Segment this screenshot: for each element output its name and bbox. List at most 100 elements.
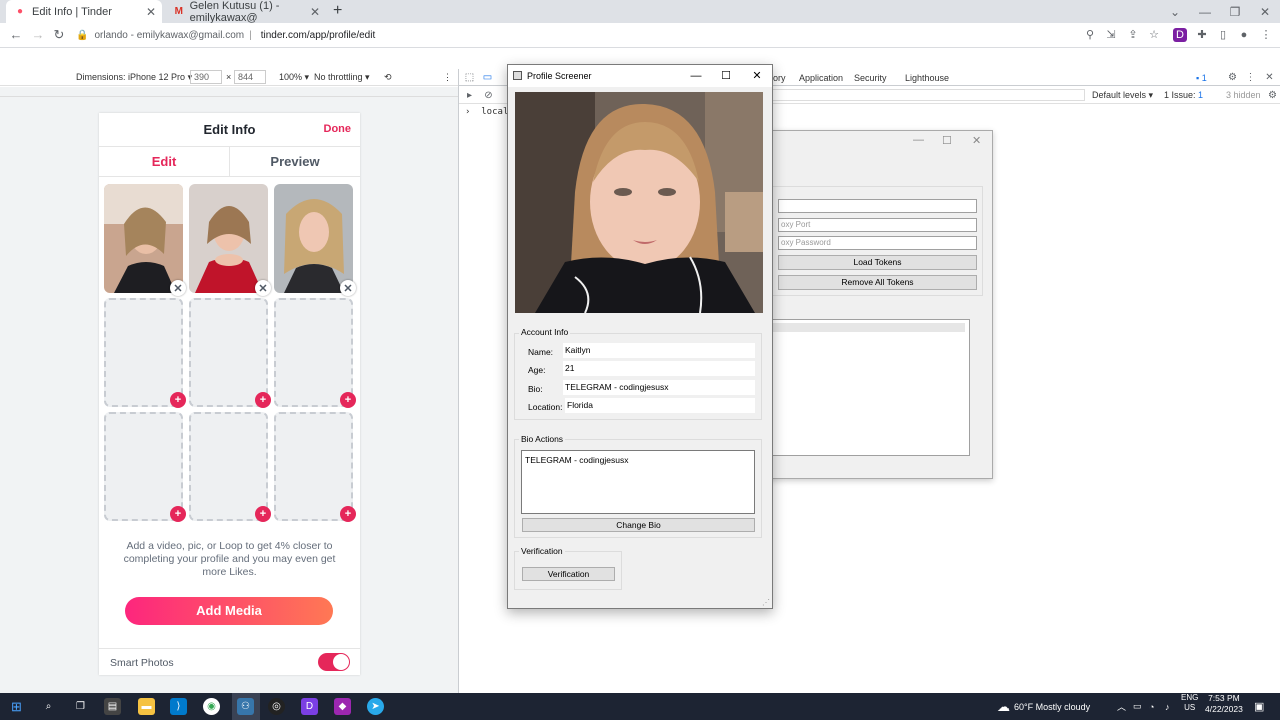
menu-kebab-icon[interactable]: ⋮ <box>1259 28 1273 42</box>
issue-count[interactable]: 1 Issue: 1 <box>1164 90 1203 100</box>
remove-all-tokens-button[interactable]: Remove All Tokens <box>778 275 977 290</box>
back-icon[interactable]: ← <box>8 27 24 43</box>
verification-button[interactable]: Verification <box>522 567 615 581</box>
windows-start-icon[interactable]: ⊞ <box>8 698 25 715</box>
close-icon[interactable]: ✕ <box>742 65 772 87</box>
empty-photo-slot[interactable] <box>274 412 353 521</box>
tray-chevron-icon[interactable]: ︿ <box>1117 693 1126 720</box>
token-list[interactable] <box>771 319 970 456</box>
language-indicator[interactable]: ENG US <box>1181 693 1198 720</box>
close-tab-icon[interactable]: ✕ <box>310 5 320 19</box>
share-icon[interactable]: ⇪ <box>1126 28 1140 42</box>
minimize-icon[interactable]: — <box>1190 0 1220 23</box>
remove-photo-2-icon[interactable]: ✕ <box>255 280 271 296</box>
clock[interactable]: 7:53 PM 4/22/2023 <box>1205 693 1243 720</box>
notifications-icon[interactable]: ▣ <box>1254 693 1264 720</box>
tab-gmail[interactable]: M Gelen Kutusu (1) - emilykawax@ ✕ <box>166 0 326 24</box>
profile-photo-2[interactable] <box>189 184 268 293</box>
install-icon[interactable]: ⇲ <box>1104 28 1118 42</box>
device-toggle-icon[interactable]: ▭ <box>482 72 493 83</box>
smart-photos-toggle[interactable] <box>318 653 350 671</box>
resize-grip-icon[interactable]: ⋰ <box>762 598 770 607</box>
tab-edit[interactable]: Edit <box>99 147 230 176</box>
issues-badge[interactable]: ▪ 1 <box>1196 73 1207 83</box>
close-devtools-icon[interactable]: ✕ <box>1264 72 1275 83</box>
maximize-icon[interactable]: ☐ <box>711 65 741 87</box>
add-photo-icon[interactable]: + <box>170 392 186 408</box>
height-input[interactable]: 844 <box>234 70 266 84</box>
dimensions-select[interactable]: Dimensions: iPhone 12 Pro ▾ <box>76 72 192 83</box>
tab-preview[interactable]: Preview <box>230 147 360 176</box>
chrome-icon[interactable]: ◉ <box>203 698 220 715</box>
default-levels-select[interactable]: Default levels ▾ <box>1092 90 1153 101</box>
more-icon[interactable]: ⋮ <box>1245 72 1256 83</box>
vscode-icon[interactable]: ⟩ <box>170 698 187 715</box>
add-photo-icon[interactable]: + <box>255 506 271 522</box>
add-photo-icon[interactable]: + <box>170 506 186 522</box>
file-explorer-icon[interactable]: ▬ <box>138 698 155 715</box>
empty-photo-slot[interactable] <box>104 412 183 521</box>
forward-icon[interactable]: → <box>30 27 46 43</box>
empty-photo-slot[interactable] <box>189 412 268 521</box>
sidepanel-icon[interactable]: ▯ <box>1216 28 1230 42</box>
extensions-puzzle-icon[interactable]: ✚ <box>1195 28 1209 42</box>
minimize-icon[interactable]: — <box>681 65 711 87</box>
done-button[interactable]: Done <box>324 113 352 146</box>
wifi-icon[interactable]: ◔ <box>1149 693 1154 720</box>
network-icon[interactable]: ▭ <box>1133 693 1142 720</box>
volume-icon[interactable]: ♪ <box>1165 693 1170 720</box>
more-options-icon[interactable]: ⋮ <box>443 72 452 83</box>
search-icon[interactable]: ⌕ <box>40 698 57 715</box>
extension-icon[interactable]: D <box>1173 28 1187 42</box>
restore-icon[interactable]: ❐ <box>1220 0 1250 23</box>
close-window-icon[interactable]: ✕ <box>1250 0 1280 23</box>
proxy-field[interactable] <box>778 199 977 213</box>
app-icon[interactable]: ◆ <box>334 698 351 715</box>
obs-icon[interactable]: ◎ <box>268 698 285 715</box>
remove-photo-3-icon[interactable]: ✕ <box>340 280 356 296</box>
close-icon[interactable]: ✕ <box>972 134 981 147</box>
add-media-button[interactable]: Add Media <box>125 597 333 625</box>
close-tab-icon[interactable]: ✕ <box>146 5 156 19</box>
remove-photo-1-icon[interactable]: ✕ <box>170 280 186 296</box>
tab-memory[interactable]: ory <box>773 73 786 83</box>
chevron-down-icon[interactable]: ⌄ <box>1160 0 1190 23</box>
address-bar[interactable]: 🔒 orlando - emilykawax@gmail.com | tinde… <box>76 26 1096 45</box>
proxy-port-input[interactable]: oxy Port <box>778 218 977 232</box>
console-settings-icon[interactable]: ⚙ <box>1267 90 1278 101</box>
bookmark-star-icon[interactable]: ☆ <box>1147 28 1161 42</box>
clear-console-icon[interactable]: ⊘ <box>483 90 494 101</box>
add-photo-icon[interactable]: + <box>255 392 271 408</box>
change-bio-button[interactable]: Change Bio <box>522 518 755 532</box>
tab-application[interactable]: Application <box>799 73 843 83</box>
minimize-icon[interactable]: — <box>913 134 924 146</box>
width-input[interactable]: 390 <box>190 70 222 84</box>
profile-photo-3[interactable] <box>274 184 353 293</box>
filter-input[interactable] <box>772 89 1085 101</box>
bio-textarea[interactable]: TELEGRAM - codingjesusx <box>521 450 755 514</box>
maximize-icon[interactable]: ☐ <box>942 134 952 147</box>
settings-gear-icon[interactable]: ⚙ <box>1227 72 1238 83</box>
task-view-icon[interactable]: ❐ <box>72 698 89 715</box>
tab-tinder[interactable]: ● Edit Info | Tinder ✕ <box>6 0 162 23</box>
python-icon[interactable]: ⚇ <box>237 698 254 715</box>
weather-widget[interactable]: ☁ 60°F Mostly cloudy <box>997 693 1090 720</box>
location-icon[interactable]: ⚲ <box>1083 28 1097 42</box>
add-photo-icon[interactable]: + <box>340 506 356 522</box>
tab-lighthouse[interactable]: Lighthouse <box>905 73 949 83</box>
new-tab-icon[interactable]: + <box>333 2 342 20</box>
empty-photo-slot[interactable] <box>104 298 183 407</box>
sidebar-toggle-icon[interactable]: ▸ <box>464 90 475 101</box>
empty-photo-slot[interactable] <box>274 298 353 407</box>
empty-photo-slot[interactable] <box>189 298 268 407</box>
tab-security[interactable]: Security <box>854 73 887 83</box>
profile-photo-1[interactable] <box>104 184 183 293</box>
inspect-element-icon[interactable]: ⬚ <box>464 72 475 83</box>
load-tokens-button[interactable]: Load Tokens <box>778 255 977 270</box>
zoom-select[interactable]: 100% ▾ <box>279 72 309 83</box>
add-photo-icon[interactable]: + <box>340 392 356 408</box>
throttling-select[interactable]: No throttling ▾ <box>314 72 370 83</box>
telegram-icon[interactable]: ➤ <box>367 698 384 715</box>
profile-avatar-icon[interactable]: ● <box>1237 28 1251 42</box>
reload-icon[interactable]: ↻ <box>51 27 67 43</box>
